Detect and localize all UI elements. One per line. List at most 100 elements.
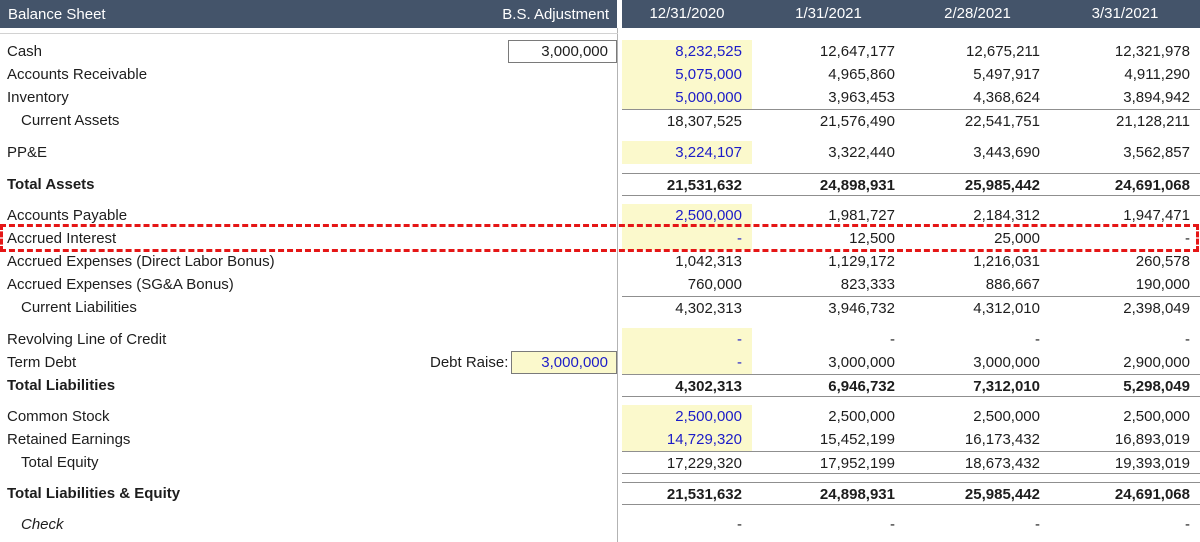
value-cell: 17,952,199 [752, 451, 905, 474]
value-cell: 12,321,978 [1050, 40, 1200, 63]
value-cell: 3,894,942 [1050, 86, 1200, 109]
value-cell: - [905, 328, 1050, 351]
row-label: Accrued Expenses (Direct Labor Bonus) [0, 250, 430, 273]
value-cell: 4,965,860 [752, 63, 905, 86]
row-inventory: Inventory 5,000,000 3,963,453 4,368,624 … [0, 86, 1200, 109]
row-label: PP&E [0, 141, 430, 164]
value-cell: 4,911,290 [1050, 63, 1200, 86]
value-cell: 2,500,000 [905, 405, 1050, 428]
row-term-debt: Term Debt Debt Raise: 3,000,000 - 3,000,… [0, 351, 1200, 374]
row-label: Accounts Receivable [0, 63, 430, 86]
row-label: Total Assets [0, 173, 430, 196]
row-total-liabilities: Total Liabilities 4,302,313 6,946,732 7,… [0, 374, 1200, 397]
row-label: Total Liabilities & Equity [0, 482, 430, 505]
value-cell: 21,531,632 [622, 482, 752, 505]
balance-sheet: Balance Sheet B.S. Adjustment 12/31/2020… [0, 0, 1200, 542]
value-cell: 4,368,624 [905, 86, 1050, 109]
value-cell: 886,667 [905, 273, 1050, 296]
value-cell: 4,302,313 [622, 374, 752, 397]
value-cell: - [752, 328, 905, 351]
table-body: Cash 3,000,000 8,232,525 12,647,177 12,6… [0, 40, 1200, 536]
row-label: Common Stock [0, 405, 430, 428]
value-cell: 260,578 [1050, 250, 1200, 273]
value-cell: 3,000,000 [905, 351, 1050, 374]
value-cell: 2,500,000 [1050, 405, 1200, 428]
value-cell: 14,729,320 [622, 428, 752, 451]
value-cell: 2,398,049 [1050, 296, 1200, 319]
accrued-interest-callout [0, 224, 1199, 252]
row-label: Revolving Line of Credit [0, 328, 430, 351]
value-cell: 21,128,211 [1050, 109, 1200, 132]
value-cell: 190,000 [1050, 273, 1200, 296]
value-cell: 18,307,525 [622, 109, 752, 132]
value-cell: 19,393,019 [1050, 451, 1200, 474]
row-check: Check - - - - [0, 513, 1200, 536]
header-left: Balance Sheet B.S. Adjustment [0, 0, 617, 28]
value-cell: 24,898,931 [752, 482, 905, 505]
value-cell: 16,173,432 [905, 428, 1050, 451]
row-current-assets: Current Assets 18,307,525 21,576,490 22,… [0, 109, 1200, 132]
value-cell: 3,946,732 [752, 296, 905, 319]
header-underline [0, 33, 618, 34]
value-cell: 25,985,442 [905, 482, 1050, 505]
adjustment-column-header: B.S. Adjustment [502, 6, 609, 23]
value-cell: 823,333 [752, 273, 905, 296]
cash-adjustment-input[interactable]: 3,000,000 [508, 40, 617, 63]
row-accrued-expenses-sga-bonus: Accrued Expenses (SG&A Bonus) 760,000 82… [0, 273, 1200, 296]
value-cell: 1,216,031 [905, 250, 1050, 273]
value-cell: 3,562,857 [1050, 141, 1200, 164]
row-accounts-receivable: Accounts Receivable 5,075,000 4,965,860 … [0, 63, 1200, 86]
value-cell: 16,893,019 [1050, 428, 1200, 451]
value-cell: 7,312,010 [905, 374, 1050, 397]
row-cash: Cash 3,000,000 8,232,525 12,647,177 12,6… [0, 40, 1200, 63]
row-label: Retained Earnings [0, 428, 430, 451]
value-cell: - [622, 351, 752, 374]
value-cell: 2,900,000 [1050, 351, 1200, 374]
value-cell: 17,229,320 [622, 451, 752, 474]
row-label: Current Liabilities [0, 296, 430, 319]
value-cell: - [622, 513, 752, 536]
value-cell: 1,042,313 [622, 250, 752, 273]
row-total-liabilities-and-equity: Total Liabilities & Equity 21,531,632 24… [0, 482, 1200, 505]
row-revolving-line-of-credit: Revolving Line of Credit - - - - [0, 328, 1200, 351]
value-cell: 24,691,068 [1050, 482, 1200, 505]
value-cell: - [1050, 513, 1200, 536]
row-accrued-expenses-direct-labor-bonus: Accrued Expenses (Direct Labor Bonus) 1,… [0, 250, 1200, 273]
row-total-assets: Total Assets 21,531,632 24,898,931 25,98… [0, 173, 1200, 196]
date-column-header: 2/28/2021 [905, 0, 1050, 28]
value-cell: 3,224,107 [622, 141, 752, 164]
value-cell: 12,675,211 [905, 40, 1050, 63]
row-current-liabilities: Current Liabilities 4,302,313 3,946,732 … [0, 296, 1200, 319]
header-row: Balance Sheet B.S. Adjustment 12/31/2020… [0, 0, 1200, 28]
debt-raise-input[interactable]: 3,000,000 [511, 351, 617, 374]
value-cell: 5,497,917 [905, 63, 1050, 86]
value-cell: 4,312,010 [905, 296, 1050, 319]
date-column-header: 12/31/2020 [622, 0, 752, 28]
row-label: Check [0, 513, 430, 536]
value-cell: 3,000,000 [752, 351, 905, 374]
value-cell: 12,647,177 [752, 40, 905, 63]
value-cell: 3,443,690 [905, 141, 1050, 164]
value-cell: 3,963,453 [752, 86, 905, 109]
date-column-header: 3/31/2021 [1050, 0, 1200, 28]
value-cell: 21,576,490 [752, 109, 905, 132]
debt-raise-label: Debt Raise: [430, 351, 511, 374]
row-label: Accrued Expenses (SG&A Bonus) [0, 273, 430, 296]
value-cell: 3,322,440 [752, 141, 905, 164]
value-cell: - [905, 513, 1050, 536]
page-title: Balance Sheet [8, 6, 106, 23]
row-label: Cash [0, 40, 430, 63]
value-cell: 1,129,172 [752, 250, 905, 273]
row-common-stock: Common Stock 2,500,000 2,500,000 2,500,0… [0, 405, 1200, 428]
value-cell: 2,500,000 [622, 405, 752, 428]
value-cell: 15,452,199 [752, 428, 905, 451]
row-label: Total Liabilities [0, 374, 430, 397]
value-cell: 2,500,000 [752, 405, 905, 428]
value-cell: 24,898,931 [752, 173, 905, 196]
value-cell: 760,000 [622, 273, 752, 296]
column-separator-line [617, 28, 618, 542]
value-cell: 4,302,313 [622, 296, 752, 319]
value-cell: - [622, 328, 752, 351]
value-cell: 5,075,000 [622, 63, 752, 86]
row-label: Inventory [0, 86, 430, 109]
